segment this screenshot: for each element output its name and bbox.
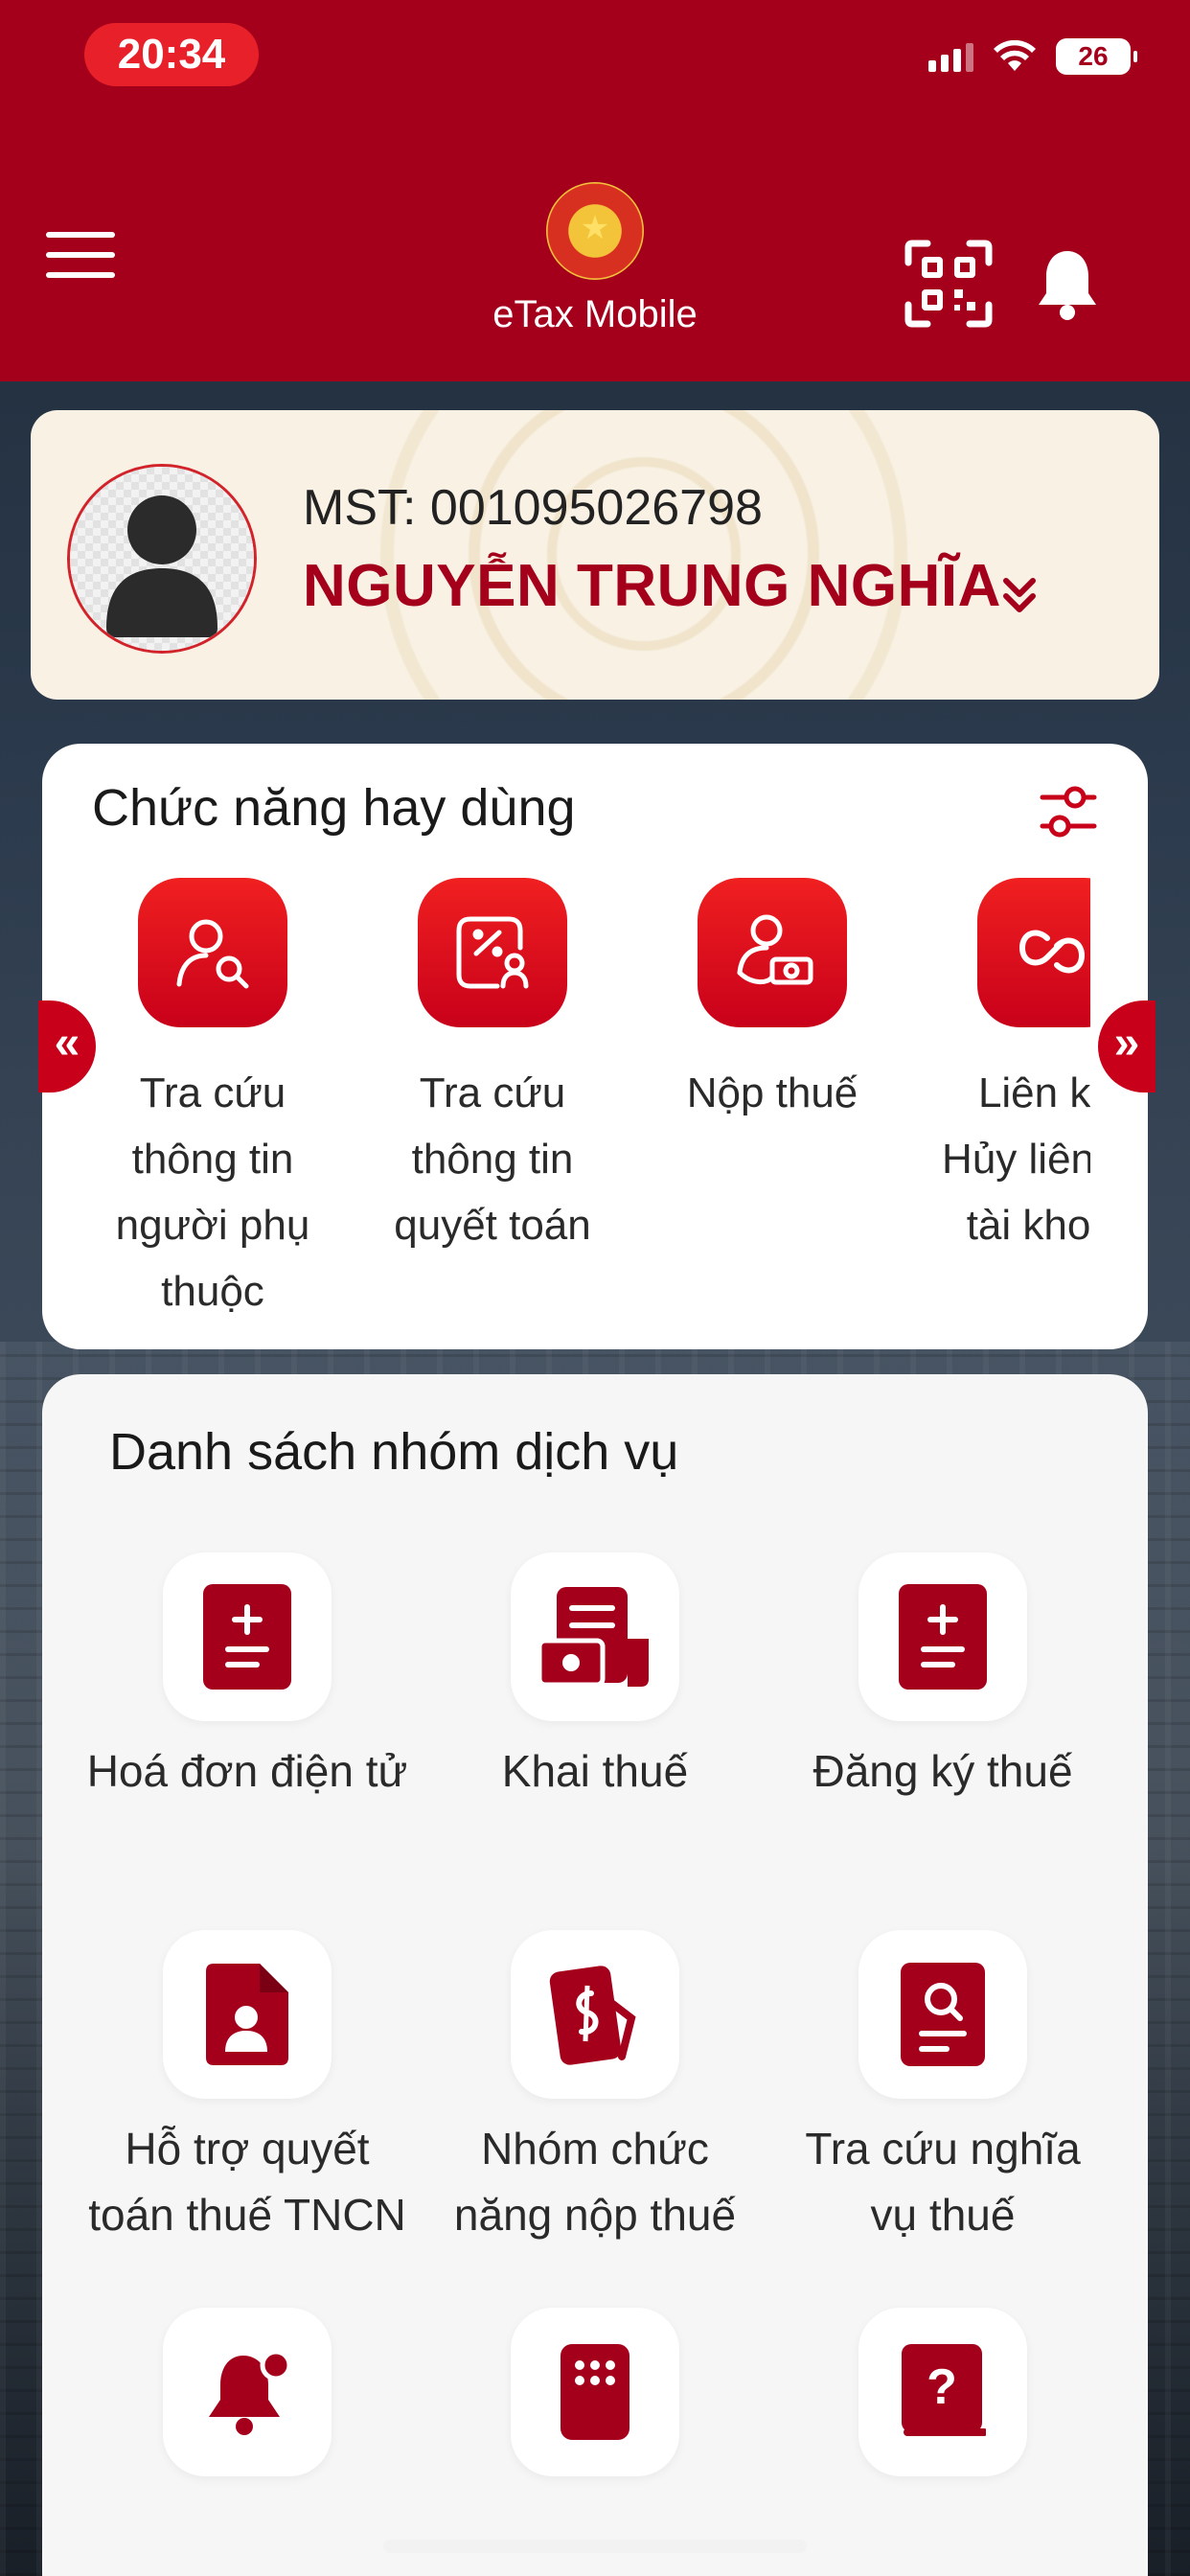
- help-book-icon: ?: [858, 2308, 1027, 2476]
- tax-payment-group-icon: [511, 1930, 679, 2099]
- app-header: 20:34 26 ★ eTax Mobile: [0, 0, 1190, 381]
- tax-department-logo: ★: [546, 182, 644, 280]
- tax-settlement-search-icon: [418, 878, 567, 1027]
- profile-card[interactable]: MST: 001095026798 NGUYỄN TRUNG NGHĨA: [31, 410, 1159, 700]
- tax-registration-icon: [858, 1552, 1027, 1721]
- notification-icon: [163, 2308, 332, 2476]
- service-item-label: Nhóm chức năng nộp thuế: [453, 2124, 737, 2240]
- user-silhouette-icon: [70, 467, 254, 651]
- fav-item-settlement-lookup[interactable]: Tra cứu thông tin quyết toán: [381, 878, 604, 1258]
- service-item-keypad[interactable]: [432, 2308, 758, 2494]
- fav-item-dependent-lookup[interactable]: Tra cứu thông tin người phụ thuộc: [102, 878, 324, 1324]
- fav-item-pay-tax[interactable]: Nộp thuế: [661, 878, 883, 1126]
- service-item-tax-registration[interactable]: Đăng ký thuế: [780, 1552, 1106, 1805]
- app-name: eTax Mobile: [492, 293, 698, 335]
- chevron-double-down-icon[interactable]: [1000, 573, 1039, 617]
- fav-item-label: Liên kết Hủy liên kết tài khoản: [942, 1070, 1090, 1249]
- fav-item-label: Tra cứu thông tin quyết toán: [394, 1070, 591, 1249]
- user-name[interactable]: NGUYỄN TRUNG NGHĨA: [303, 552, 1001, 620]
- service-groups-card: Danh sách nhóm dịch vụ Hoá đơn điện tử K…: [42, 1374, 1148, 2576]
- service-groups-title: Danh sách nhóm dịch vụ: [109, 1423, 679, 1481]
- favorites-title: Chức năng hay dùng: [92, 779, 576, 837]
- link-account-icon: [977, 878, 1090, 1027]
- service-item-pit-settlement[interactable]: Hỗ trợ quyết toán thuế TNCN: [84, 1930, 410, 2248]
- favorites-carousel[interactable]: Tra cứu thông tin người phụ thuộc Tra cứ…: [102, 878, 1090, 1338]
- invoice-icon: [163, 1552, 332, 1721]
- status-icons: 26: [928, 38, 1137, 75]
- cellular-signal-icon: [928, 41, 973, 72]
- avatar: [67, 464, 257, 654]
- service-item-label: Đăng ký thuế: [812, 1746, 1073, 1796]
- pay-tax-icon: [698, 878, 847, 1027]
- service-item-label: Hoá đơn điện tử: [86, 1746, 408, 1796]
- service-item-tax-declaration[interactable]: Khai thuế: [432, 1552, 758, 1805]
- wifi-icon: [994, 40, 1036, 71]
- qr-scan-icon[interactable]: [904, 240, 993, 328]
- tax-id-number: MST: 001095026798: [303, 480, 763, 536]
- person-search-icon: [138, 878, 287, 1027]
- service-item-help[interactable]: ?: [780, 2308, 1106, 2494]
- status-time: 20:34: [84, 23, 259, 86]
- fav-item-label: Nộp thuế: [686, 1070, 858, 1116]
- sliders-settings-icon[interactable]: [1037, 780, 1100, 843]
- service-item-tax-obligation-lookup[interactable]: Tra cứu nghĩa vụ thuế: [780, 1930, 1106, 2248]
- service-item-e-invoice[interactable]: Hoá đơn điện tử: [84, 1552, 410, 1805]
- service-item-tax-payment-group[interactable]: Nhóm chức năng nộp thuế: [432, 1930, 758, 2248]
- notification-bell-icon[interactable]: [1035, 247, 1100, 322]
- tax-settlement-support-icon: [163, 1930, 332, 2099]
- service-item-label: Khai thuế: [501, 1746, 689, 1796]
- favorites-card: Chức năng hay dùng Tra cứu thông tin ngư…: [42, 744, 1148, 1349]
- svg-text:?: ?: [927, 2359, 957, 2415]
- tax-declaration-icon: [511, 1552, 679, 1721]
- service-item-label: Tra cứu nghĩa vụ thuế: [805, 2124, 1081, 2240]
- tax-obligation-search-icon: [858, 1930, 1027, 2099]
- hamburger-menu-icon[interactable]: [46, 232, 115, 278]
- service-item-label: Hỗ trợ quyết toán thuế TNCN: [88, 2124, 406, 2240]
- battery-indicator: 26: [1056, 38, 1137, 75]
- keypad-icon: [511, 2308, 679, 2476]
- fav-item-link-account[interactable]: Liên kết Hủy liên kết tài khoản: [941, 878, 1090, 1258]
- home-indicator[interactable]: [383, 2540, 807, 2553]
- fav-item-label: Tra cứu thông tin người phụ thuộc: [115, 1070, 310, 1315]
- service-item-notifications[interactable]: [84, 2308, 410, 2494]
